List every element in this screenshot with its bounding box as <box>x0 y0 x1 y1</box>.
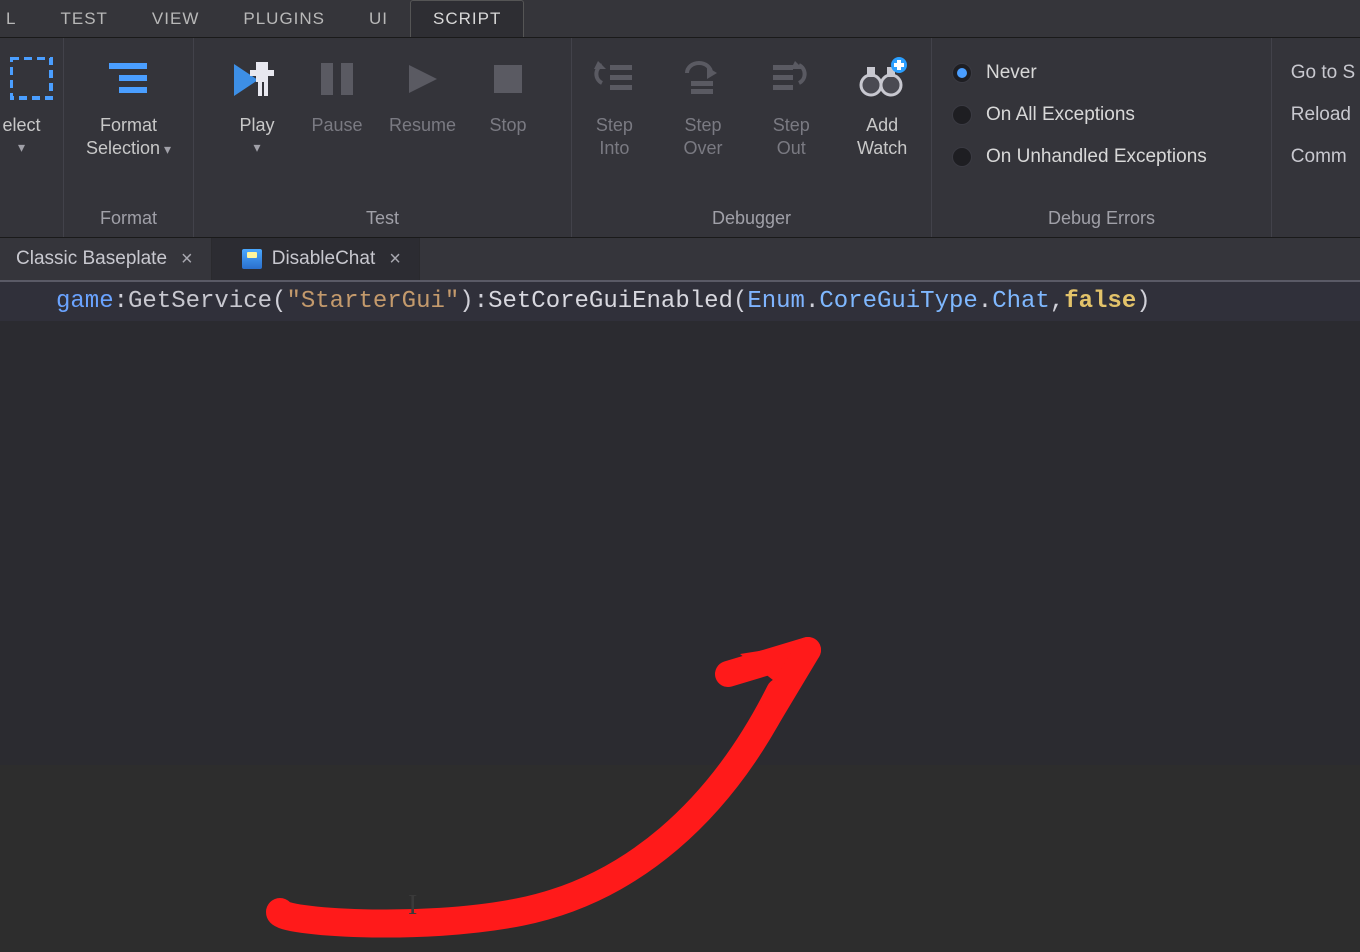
step-over-label: Step Over <box>669 108 737 160</box>
stop-label: Stop <box>490 108 527 160</box>
select-label: elect <box>2 115 40 135</box>
file-tab-disable-chat[interactable]: DisableChat × <box>212 238 420 280</box>
pause-button[interactable]: Pause <box>297 44 377 160</box>
group-label-debug-errors: Debug Errors <box>932 202 1271 237</box>
group-label-test: Test <box>194 202 571 237</box>
step-out-label: Step Out <box>761 108 821 160</box>
step-over-button[interactable]: Step Over <box>657 44 749 160</box>
format-icon <box>105 50 153 108</box>
caret-down-icon: ▾ <box>239 139 274 157</box>
add-watch-button[interactable]: Add Watch <box>833 44 931 160</box>
text-cursor-icon: I <box>408 890 417 922</box>
step-over-icon <box>681 50 725 108</box>
radio-on-all[interactable]: On All Exceptions <box>952 104 1251 126</box>
radio-never[interactable]: Never <box>952 62 1251 84</box>
ribbon: elect ▾ Format Selection ▾ Format Play ▾ <box>0 38 1360 238</box>
pause-icon <box>317 50 357 108</box>
menu-tab-ui[interactable]: UI <box>347 0 410 37</box>
menu-tab-script[interactable]: SCRIPT <box>410 0 524 37</box>
group-label-format: Format <box>64 202 193 237</box>
file-tab-bar: Classic Baseplate × DisableChat × <box>0 238 1360 282</box>
annotation-arrow <box>260 612 880 952</box>
radio-icon <box>952 147 972 167</box>
step-into-icon <box>592 50 636 108</box>
radio-never-label: Never <box>986 62 1037 84</box>
step-into-button[interactable]: Step Into <box>572 44 657 160</box>
resume-icon <box>403 50 443 108</box>
close-icon[interactable]: × <box>385 248 405 271</box>
group-label-debugger: Debugger <box>572 202 931 237</box>
binoculars-plus-icon <box>857 50 907 108</box>
caret-down-icon: ▾ <box>2 139 40 157</box>
radio-icon <box>952 63 972 83</box>
code-line-1[interactable]: game:GetService("StarterGui"):SetCoreGui… <box>0 282 1360 321</box>
file-tab-classic-baseplate[interactable]: Classic Baseplate × <box>0 238 212 280</box>
stop-icon <box>490 50 526 108</box>
radio-icon <box>952 105 972 125</box>
goto-script-button[interactable]: Go to S <box>1291 62 1355 84</box>
file-tab-label: Classic Baseplate <box>16 248 167 270</box>
group-label-select <box>0 223 63 237</box>
play-button[interactable]: Play ▾ <box>217 44 297 160</box>
menu-tab-test[interactable]: TEST <box>38 0 129 37</box>
script-icon <box>242 249 262 269</box>
format-selection-label: Format Selection <box>86 115 160 158</box>
menu-tab-bar: L TEST VIEW PLUGINS UI SCRIPT <box>0 0 1360 38</box>
commit-button[interactable]: Comm <box>1291 146 1355 168</box>
caret-down-icon: ▾ <box>160 141 171 157</box>
close-icon[interactable]: × <box>177 248 197 271</box>
code-editor[interactable]: game:GetService("StarterGui"):SetCoreGui… <box>0 282 1360 765</box>
step-into-label: Step Into <box>584 108 645 160</box>
step-out-button[interactable]: Step Out <box>749 44 833 160</box>
resume-label: Resume <box>389 108 456 160</box>
menu-tab-view[interactable]: VIEW <box>130 0 221 37</box>
format-selection-button[interactable]: Format Selection ▾ <box>64 44 193 160</box>
resume-button[interactable]: Resume <box>377 44 468 160</box>
radio-on-unhandled-label: On Unhandled Exceptions <box>986 146 1207 168</box>
play-label: Play <box>239 115 274 135</box>
add-watch-label: Add Watch <box>845 108 919 160</box>
stop-button[interactable]: Stop <box>468 44 548 160</box>
radio-on-unhandled[interactable]: On Unhandled Exceptions <box>952 146 1251 168</box>
play-icon <box>232 50 282 108</box>
radio-on-all-label: On All Exceptions <box>986 104 1135 126</box>
menu-tab-cut[interactable]: L <box>0 0 38 37</box>
pause-label: Pause <box>311 108 362 160</box>
menu-tab-plugins[interactable]: PLUGINS <box>221 0 347 37</box>
reload-button[interactable]: Reload <box>1291 104 1355 126</box>
select-button[interactable]: elect ▾ <box>0 44 72 160</box>
select-icon <box>10 50 54 108</box>
file-tab-label: DisableChat <box>272 248 376 270</box>
step-out-icon <box>769 50 813 108</box>
